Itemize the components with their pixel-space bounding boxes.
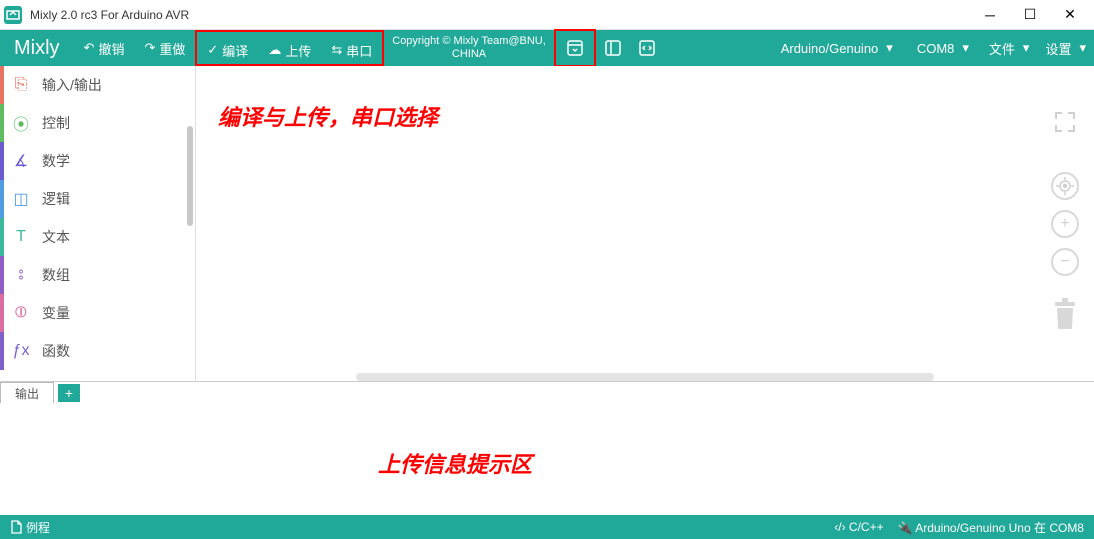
- category-color-strip: [0, 218, 4, 256]
- add-tab-button[interactable]: +: [58, 384, 80, 402]
- board-dropdown[interactable]: Arduino/Genuino ▾: [769, 30, 905, 66]
- chevron-down-icon: ▾: [1079, 40, 1086, 56]
- chevron-down-icon: ▾: [1023, 40, 1030, 56]
- settings-menu[interactable]: 设置 ▾: [1037, 30, 1094, 66]
- close-button[interactable]: ✕: [1050, 1, 1090, 29]
- annotation-box-compile: ✓ 编译 ☁ 上传 ⇆ 串口: [195, 30, 384, 66]
- upload-icon: ☁: [268, 42, 281, 58]
- toolbox-sidebar: ⎘ 输入/输出 ⦿ 控制 ∡ 数学 ◫ 逻辑 T 文本 ⦂ 数组 ⦶ 变量 ƒx…: [0, 66, 196, 381]
- category-label: 逻辑: [42, 189, 70, 209]
- upload-button[interactable]: ☁ 上传: [258, 32, 321, 68]
- logo: Mixly: [0, 37, 74, 60]
- chevron-down-icon: ▾: [886, 40, 893, 56]
- category-item[interactable]: ⎘ 输入/输出: [0, 66, 195, 104]
- redo-icon: ↷: [144, 40, 155, 56]
- plug-icon: 🔌: [898, 521, 913, 535]
- lang-indicator[interactable]: ‹/› C/C++: [834, 520, 883, 534]
- trash-button[interactable]: [1050, 294, 1080, 330]
- serial-button[interactable]: ⇆ 串口: [321, 32, 382, 68]
- annotation-box-panel: [554, 29, 596, 67]
- window-title: Mixly 2.0 rc3 For Arduino AVR: [30, 8, 970, 22]
- category-label: 文本: [42, 227, 70, 247]
- fullscreen-button[interactable]: [1053, 110, 1077, 134]
- category-color-strip: [0, 104, 4, 142]
- category-item[interactable]: ⦿ 控制: [0, 104, 195, 142]
- category-icon: T: [10, 226, 32, 248]
- serial-icon: ⇆: [331, 42, 342, 58]
- file-menu[interactable]: 文件 ▾: [981, 30, 1038, 66]
- zoom-out-button[interactable]: −: [1051, 248, 1079, 276]
- annotation-text-top: 编译与上传，串口选择: [218, 100, 438, 132]
- category-icon: ⎘: [10, 74, 32, 96]
- code-icon: ‹/›: [834, 520, 845, 534]
- app-icon: [4, 6, 22, 24]
- category-icon: ◫: [10, 188, 32, 210]
- category-item[interactable]: ∡ 数学: [0, 142, 195, 180]
- toolbar: Mixly ↶ 撤销 ↷ 重做 ✓ 编译 ☁ 上传 ⇆ 串口 Copyright…: [0, 30, 1094, 66]
- check-icon: ✓: [207, 42, 218, 58]
- category-label: 数组: [42, 265, 70, 285]
- main-area: ⎘ 输入/输出 ⦿ 控制 ∡ 数学 ◫ 逻辑 T 文本 ⦂ 数组 ⦶ 变量 ƒx…: [0, 66, 1094, 381]
- category-label: 函数: [42, 341, 70, 361]
- horizontal-scrollbar[interactable]: [356, 373, 934, 381]
- file-icon: [10, 520, 22, 534]
- copyright-text: Copyright © Mixly Team@BNU, CHINA: [384, 35, 554, 61]
- annotation-text-bottom: 上传信息提示区: [378, 447, 532, 479]
- sidebar-scrollbar[interactable]: [187, 126, 193, 226]
- category-label: 控制: [42, 113, 70, 133]
- compile-button[interactable]: ✓ 编译: [197, 32, 258, 68]
- canvas-controls: + −: [1050, 110, 1080, 330]
- board-status[interactable]: 🔌 Arduino/Genuino Uno 在 COM8: [898, 519, 1084, 536]
- category-item[interactable]: ⦶ 变量: [0, 294, 195, 332]
- category-color-strip: [0, 294, 4, 332]
- undo-icon: ↶: [84, 40, 95, 56]
- category-color-strip: [0, 180, 4, 218]
- port-dropdown[interactable]: COM8 ▾: [905, 30, 981, 66]
- category-icon: ⦿: [10, 112, 32, 134]
- code-view-button[interactable]: [632, 33, 662, 63]
- category-item[interactable]: ⦂ 数组: [0, 256, 195, 294]
- category-color-strip: [0, 332, 4, 370]
- zoom-in-button[interactable]: +: [1051, 210, 1079, 238]
- minimize-button[interactable]: ─: [970, 1, 1010, 29]
- chevron-down-icon: ▾: [962, 40, 969, 56]
- category-color-strip: [0, 142, 4, 180]
- output-tab-bar: 输出 +: [0, 381, 1094, 403]
- category-label: 输入/输出: [42, 75, 102, 95]
- category-icon: ⦂: [10, 264, 32, 286]
- category-item[interactable]: ◫ 逻辑: [0, 180, 195, 218]
- category-item[interactable]: ƒx 函数: [0, 332, 195, 370]
- maximize-button[interactable]: ☐: [1010, 1, 1050, 29]
- redo-button[interactable]: ↷ 重做: [134, 30, 195, 66]
- undo-button[interactable]: ↶ 撤销: [74, 30, 135, 66]
- panel-toggle-button[interactable]: [560, 33, 590, 63]
- category-icon: ƒx: [10, 340, 32, 362]
- titlebar: Mixly 2.0 rc3 For Arduino AVR ─ ☐ ✕: [0, 0, 1094, 30]
- center-button[interactable]: [1051, 172, 1079, 200]
- layout-button-1[interactable]: [598, 33, 628, 63]
- examples-link[interactable]: 例程: [26, 519, 50, 536]
- category-color-strip: [0, 256, 4, 294]
- category-label: 数学: [42, 151, 70, 171]
- output-panel: 上传信息提示区: [0, 403, 1094, 515]
- workspace-canvas[interactable]: 编译与上传，串口选择 + −: [196, 66, 1094, 381]
- category-label: 变量: [42, 303, 70, 323]
- category-icon: ∡: [10, 150, 32, 172]
- category-color-strip: [0, 66, 4, 104]
- category-icon: ⦶: [10, 302, 32, 324]
- category-item[interactable]: T 文本: [0, 218, 195, 256]
- statusbar: 例程 ‹/› C/C++ 🔌 Arduino/Genuino Uno 在 COM…: [0, 515, 1094, 539]
- output-tab[interactable]: 输出: [0, 382, 54, 404]
